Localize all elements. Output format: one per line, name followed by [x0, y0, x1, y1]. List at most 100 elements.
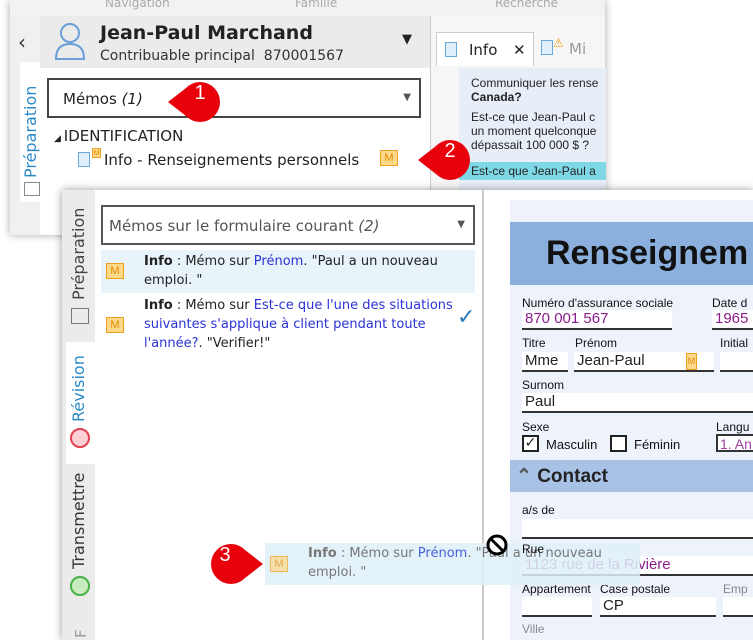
preview-text: Est-ce que Jean-Paul a	[459, 162, 606, 180]
langue-select[interactable]: 1. An	[716, 434, 753, 452]
chevron-left-icon: ‹	[18, 30, 26, 54]
side-tab-label[interactable]: F	[72, 629, 90, 638]
side-tab-preparation[interactable]: Préparation	[66, 196, 95, 342]
ville-label: Ville	[522, 622, 545, 636]
taxpayer-name: Jean-Paul Marchand	[100, 22, 313, 44]
as-de-field[interactable]	[522, 519, 753, 539]
preview-text: Communiquer les rense	[471, 76, 599, 90]
memo-icon: M	[92, 148, 101, 158]
document-icon	[445, 42, 457, 57]
as-de-label: a/s de	[522, 503, 555, 517]
dropdown-label: Mémos	[63, 90, 117, 108]
titre-field[interactable]: Mme	[522, 352, 568, 372]
preview-text: dépassait 100 000 $ ?	[471, 138, 590, 152]
masculin-label: Masculin	[546, 437, 598, 452]
langue-label: Langu	[716, 420, 750, 434]
nav-bar: Navigation Famille Recherche	[10, 0, 605, 16]
tree-section[interactable]: ◢ IDENTIFICATION	[54, 127, 183, 145]
prenom-label: Prénom	[575, 336, 618, 350]
memo-icon: M	[106, 263, 124, 279]
doc-tab-info[interactable]: Info ✕	[436, 32, 534, 66]
warning-icon: ⚠	[553, 36, 564, 50]
side-tab-label: Révision	[69, 355, 88, 422]
memo-text: : Mémo sur	[172, 254, 254, 269]
preview-text: Est-ce que Jean-Paul c	[471, 110, 596, 124]
emp-label: Emp	[723, 582, 748, 596]
dropdown-label: Mémos sur le formulaire courant	[109, 217, 354, 235]
memo-list-item[interactable]: M Info : Mémo sur Prénom. "Paul a un nou…	[101, 250, 475, 293]
taxpayer-header[interactable]: Jean-Paul Marchand Contribuable principa…	[40, 16, 430, 68]
callout-number: 1	[194, 82, 206, 104]
appartement-field[interactable]	[522, 597, 592, 617]
memo-icon: M	[270, 556, 288, 572]
side-tab-preparation[interactable]: Préparation	[20, 62, 42, 202]
initiale-field[interactable]	[720, 352, 753, 372]
memo-icon[interactable]: M	[380, 150, 398, 166]
memo-title: Info	[308, 546, 337, 561]
callout-2: 2	[418, 140, 476, 180]
error-icon	[70, 428, 90, 448]
nas-field[interactable]: 870 001 567	[522, 310, 672, 330]
memo-title: Info	[144, 298, 173, 313]
tree-item-info[interactable]: M Info - Renseignements personnels M	[78, 148, 408, 170]
emp-field[interactable]	[723, 597, 753, 617]
side-tab-revision[interactable]: Révision	[66, 342, 95, 464]
taxpayer-subtitle: Contribuable principal 870001567	[100, 48, 344, 64]
chevron-up-icon: ⌃	[516, 466, 538, 487]
masculin-checkbox[interactable]: ✓	[522, 435, 539, 452]
contact-section-header[interactable]: ⌃ Contact	[510, 460, 753, 492]
sexe-label: Sexe	[522, 420, 550, 434]
memo-text: : Mémo sur	[336, 546, 418, 561]
tree-section-label: IDENTIFICATION	[63, 127, 184, 145]
callout-1: 1	[168, 82, 226, 122]
document-icon	[541, 40, 553, 55]
nas-label: Numéro d'assurance sociale	[522, 296, 674, 310]
form-header: Renseignem	[510, 222, 753, 285]
nav-tab-recherche[interactable]: Recherche	[495, 0, 558, 10]
nav-tab-famille[interactable]: Famille	[295, 0, 337, 10]
side-tab-transmettre[interactable]: Transmettre	[66, 464, 95, 614]
memo-dropdown[interactable]: Mémos (1) ▼	[47, 78, 421, 118]
side-tab-label: Transmettre	[69, 472, 88, 569]
rue-label: Rue	[522, 542, 545, 556]
tab-label: Info	[469, 41, 498, 59]
preview-text: un moment quelconque	[471, 124, 597, 138]
document-icon	[78, 152, 90, 167]
close-icon[interactable]: ✕	[513, 41, 526, 59]
initiale-label: Initial	[720, 336, 749, 350]
dropdown-count: (1)	[121, 90, 143, 108]
user-icon	[54, 23, 86, 60]
dob-field[interactable]: 1965	[712, 310, 753, 330]
caret-down-icon[interactable]: ▼	[402, 32, 412, 47]
checkmark-icon[interactable]: ✓	[457, 307, 475, 329]
doc-tab-2[interactable]: ⚠ Mi	[541, 36, 586, 58]
memo-field-link: Prénom	[417, 546, 468, 561]
case-postale-field[interactable]: CP	[600, 597, 716, 617]
back-button[interactable]: ‹	[18, 30, 26, 54]
side-tabs: Préparation Révision Transmettre F	[62, 190, 95, 640]
memo-list-item[interactable]: M Info : Mémo sur Est-ce que l'une des s…	[101, 296, 475, 354]
nav-tab-navigation[interactable]: Navigation	[105, 0, 170, 10]
form-title: Renseignem	[546, 234, 749, 272]
surnom-field[interactable]: Paul	[522, 393, 753, 413]
prenom-field[interactable]: Jean-Paul M	[574, 352, 714, 372]
memo-icon: M	[106, 317, 124, 333]
no-drop-cursor-icon	[486, 534, 508, 556]
side-tab-label: Préparation	[21, 85, 40, 178]
memo-filter-dropdown[interactable]: Mémos sur le formulaire courant (2) ▼	[101, 205, 475, 245]
chevron-down-icon: ▼	[403, 92, 411, 103]
callout-number: 2	[444, 140, 456, 162]
taxpayer-role: Contribuable principal	[100, 48, 255, 64]
drag-ghost-memo: M Info : Mémo sur Prénom. "Paul a un nou…	[265, 543, 640, 585]
memo-text: : Mémo sur	[172, 298, 254, 313]
callout-3: 3	[205, 544, 263, 584]
section-title: Contact	[537, 466, 608, 487]
titre-label: Titre	[522, 336, 546, 350]
feminin-checkbox[interactable]	[610, 435, 627, 452]
chart-icon	[71, 308, 89, 324]
prenom-value: Jean-Paul	[577, 352, 645, 369]
dropdown-count: (2)	[358, 217, 380, 235]
memo-field-link[interactable]: Prénom	[254, 254, 304, 269]
memo-icon[interactable]: M	[686, 353, 697, 370]
bottom-panel: Préparation Révision Transmettre F Mémos…	[62, 190, 753, 640]
